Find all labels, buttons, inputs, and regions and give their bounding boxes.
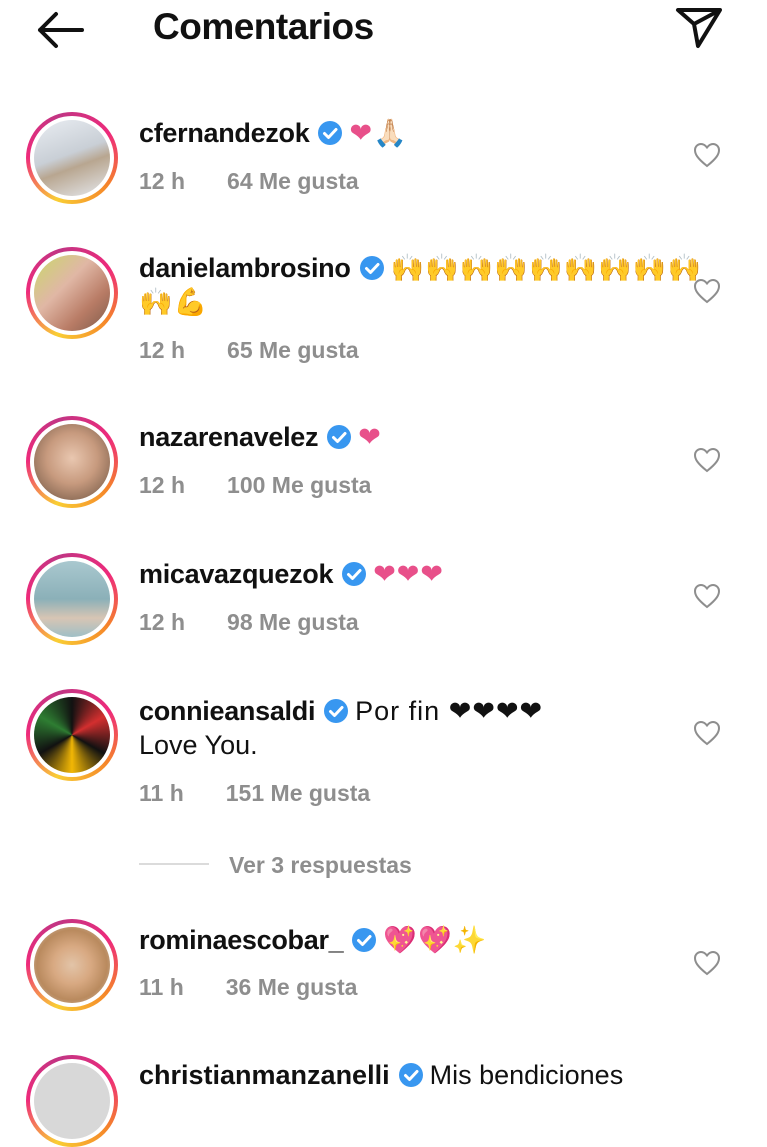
verified-badge-icon <box>342 562 367 586</box>
comment-item: micavazquezok ❤❤❤ 12 h 98 Me gusta <box>0 553 767 663</box>
heart-outline-icon[interactable] <box>693 278 721 304</box>
comment-time: 12 h <box>139 472 186 498</box>
comment-username[interactable]: micavazquezok <box>139 559 333 589</box>
comment-text-line2: 🙌💪 <box>139 287 209 317</box>
comment-text-line2: Love You. <box>139 730 258 760</box>
page-title: Comentarios <box>153 6 374 47</box>
comment-time: 11 h <box>139 780 184 806</box>
avatar[interactable] <box>26 553 118 645</box>
comment-item: connieansaldi Por fin ❤❤❤❤ Love You. 11 h… <box>0 689 767 819</box>
like-count[interactable]: 64 Me gusta <box>227 168 359 194</box>
comment-username[interactable]: cfernandezok <box>139 118 310 148</box>
comment-text: 🙌🙌🙌🙌🙌🙌🙌🙌🙌 <box>390 253 703 283</box>
header: Comentarios <box>0 0 767 62</box>
like-count[interactable]: 36 Me gusta <box>226 974 358 1000</box>
avatar[interactable] <box>26 919 118 1011</box>
comment-username[interactable]: christianmanzanelli <box>139 1060 390 1090</box>
comment-text: ❤ <box>358 422 382 452</box>
verified-badge-icon <box>352 928 377 952</box>
comment-item: danielambrosino 🙌🙌🙌🙌🙌🙌🙌🙌🙌 🙌💪 12 h 65 Me gu… <box>0 245 767 375</box>
verified-badge-icon <box>318 121 343 145</box>
partial-comment: christianmanzanelli Mis bendiciones <box>139 1060 623 1091</box>
view-replies-label[interactable]: Ver 3 respuestas <box>229 852 412 879</box>
send-icon[interactable] <box>674 4 724 50</box>
like-count[interactable]: 151 Me gusta <box>226 780 370 806</box>
comment-text: Mis bendiciones <box>429 1060 624 1090</box>
comment-time: 12 h <box>139 609 186 635</box>
verified-badge-icon <box>327 425 352 449</box>
avatar[interactable] <box>26 1055 118 1147</box>
comment-text: 💖💖✨ <box>383 925 488 955</box>
comment-text: ❤❤❤ <box>373 559 445 589</box>
avatar[interactable] <box>26 247 118 339</box>
replies-divider <box>139 863 209 865</box>
avatar[interactable] <box>26 112 118 204</box>
heart-outline-icon[interactable] <box>693 583 721 609</box>
like-count[interactable]: 98 Me gusta <box>227 609 359 635</box>
like-count[interactable]: 100 Me gusta <box>227 472 371 498</box>
heart-outline-icon[interactable] <box>693 142 721 168</box>
heart-outline-icon[interactable] <box>693 447 721 473</box>
comment-time: 12 h <box>139 337 186 363</box>
verified-badge-icon <box>398 1063 423 1087</box>
verified-badge-icon <box>359 256 384 280</box>
like-count[interactable]: 65 Me gusta <box>227 337 359 363</box>
avatar[interactable] <box>26 689 118 781</box>
comment-item: cfernandezok ❤🙏🏻 12 h 64 Me gusta <box>0 110 767 220</box>
verified-badge-icon <box>324 699 349 723</box>
comment-time: 11 h <box>139 974 184 1000</box>
heart-outline-icon[interactable] <box>693 950 721 976</box>
comment-text: ❤🙏🏻 <box>349 118 408 148</box>
comment-username[interactable]: danielambrosino <box>139 253 351 283</box>
comment-username[interactable]: connieansaldi <box>139 696 315 726</box>
back-arrow-icon[interactable] <box>34 10 86 50</box>
comment-item: rominaescobar_ 💖💖✨ 11 h 36 Me gusta <box>0 919 767 1029</box>
comment-username[interactable]: nazarenavelez <box>139 422 319 452</box>
comment-time: 12 h <box>139 168 186 194</box>
avatar[interactable] <box>26 416 118 508</box>
heart-outline-icon[interactable] <box>693 720 721 746</box>
comment-text: Por fin ❤❤❤❤ <box>355 696 544 726</box>
comment-username[interactable]: rominaescobar_ <box>139 925 344 955</box>
comment-item: nazarenavelez ❤ 12 h 100 Me gusta <box>0 416 767 526</box>
